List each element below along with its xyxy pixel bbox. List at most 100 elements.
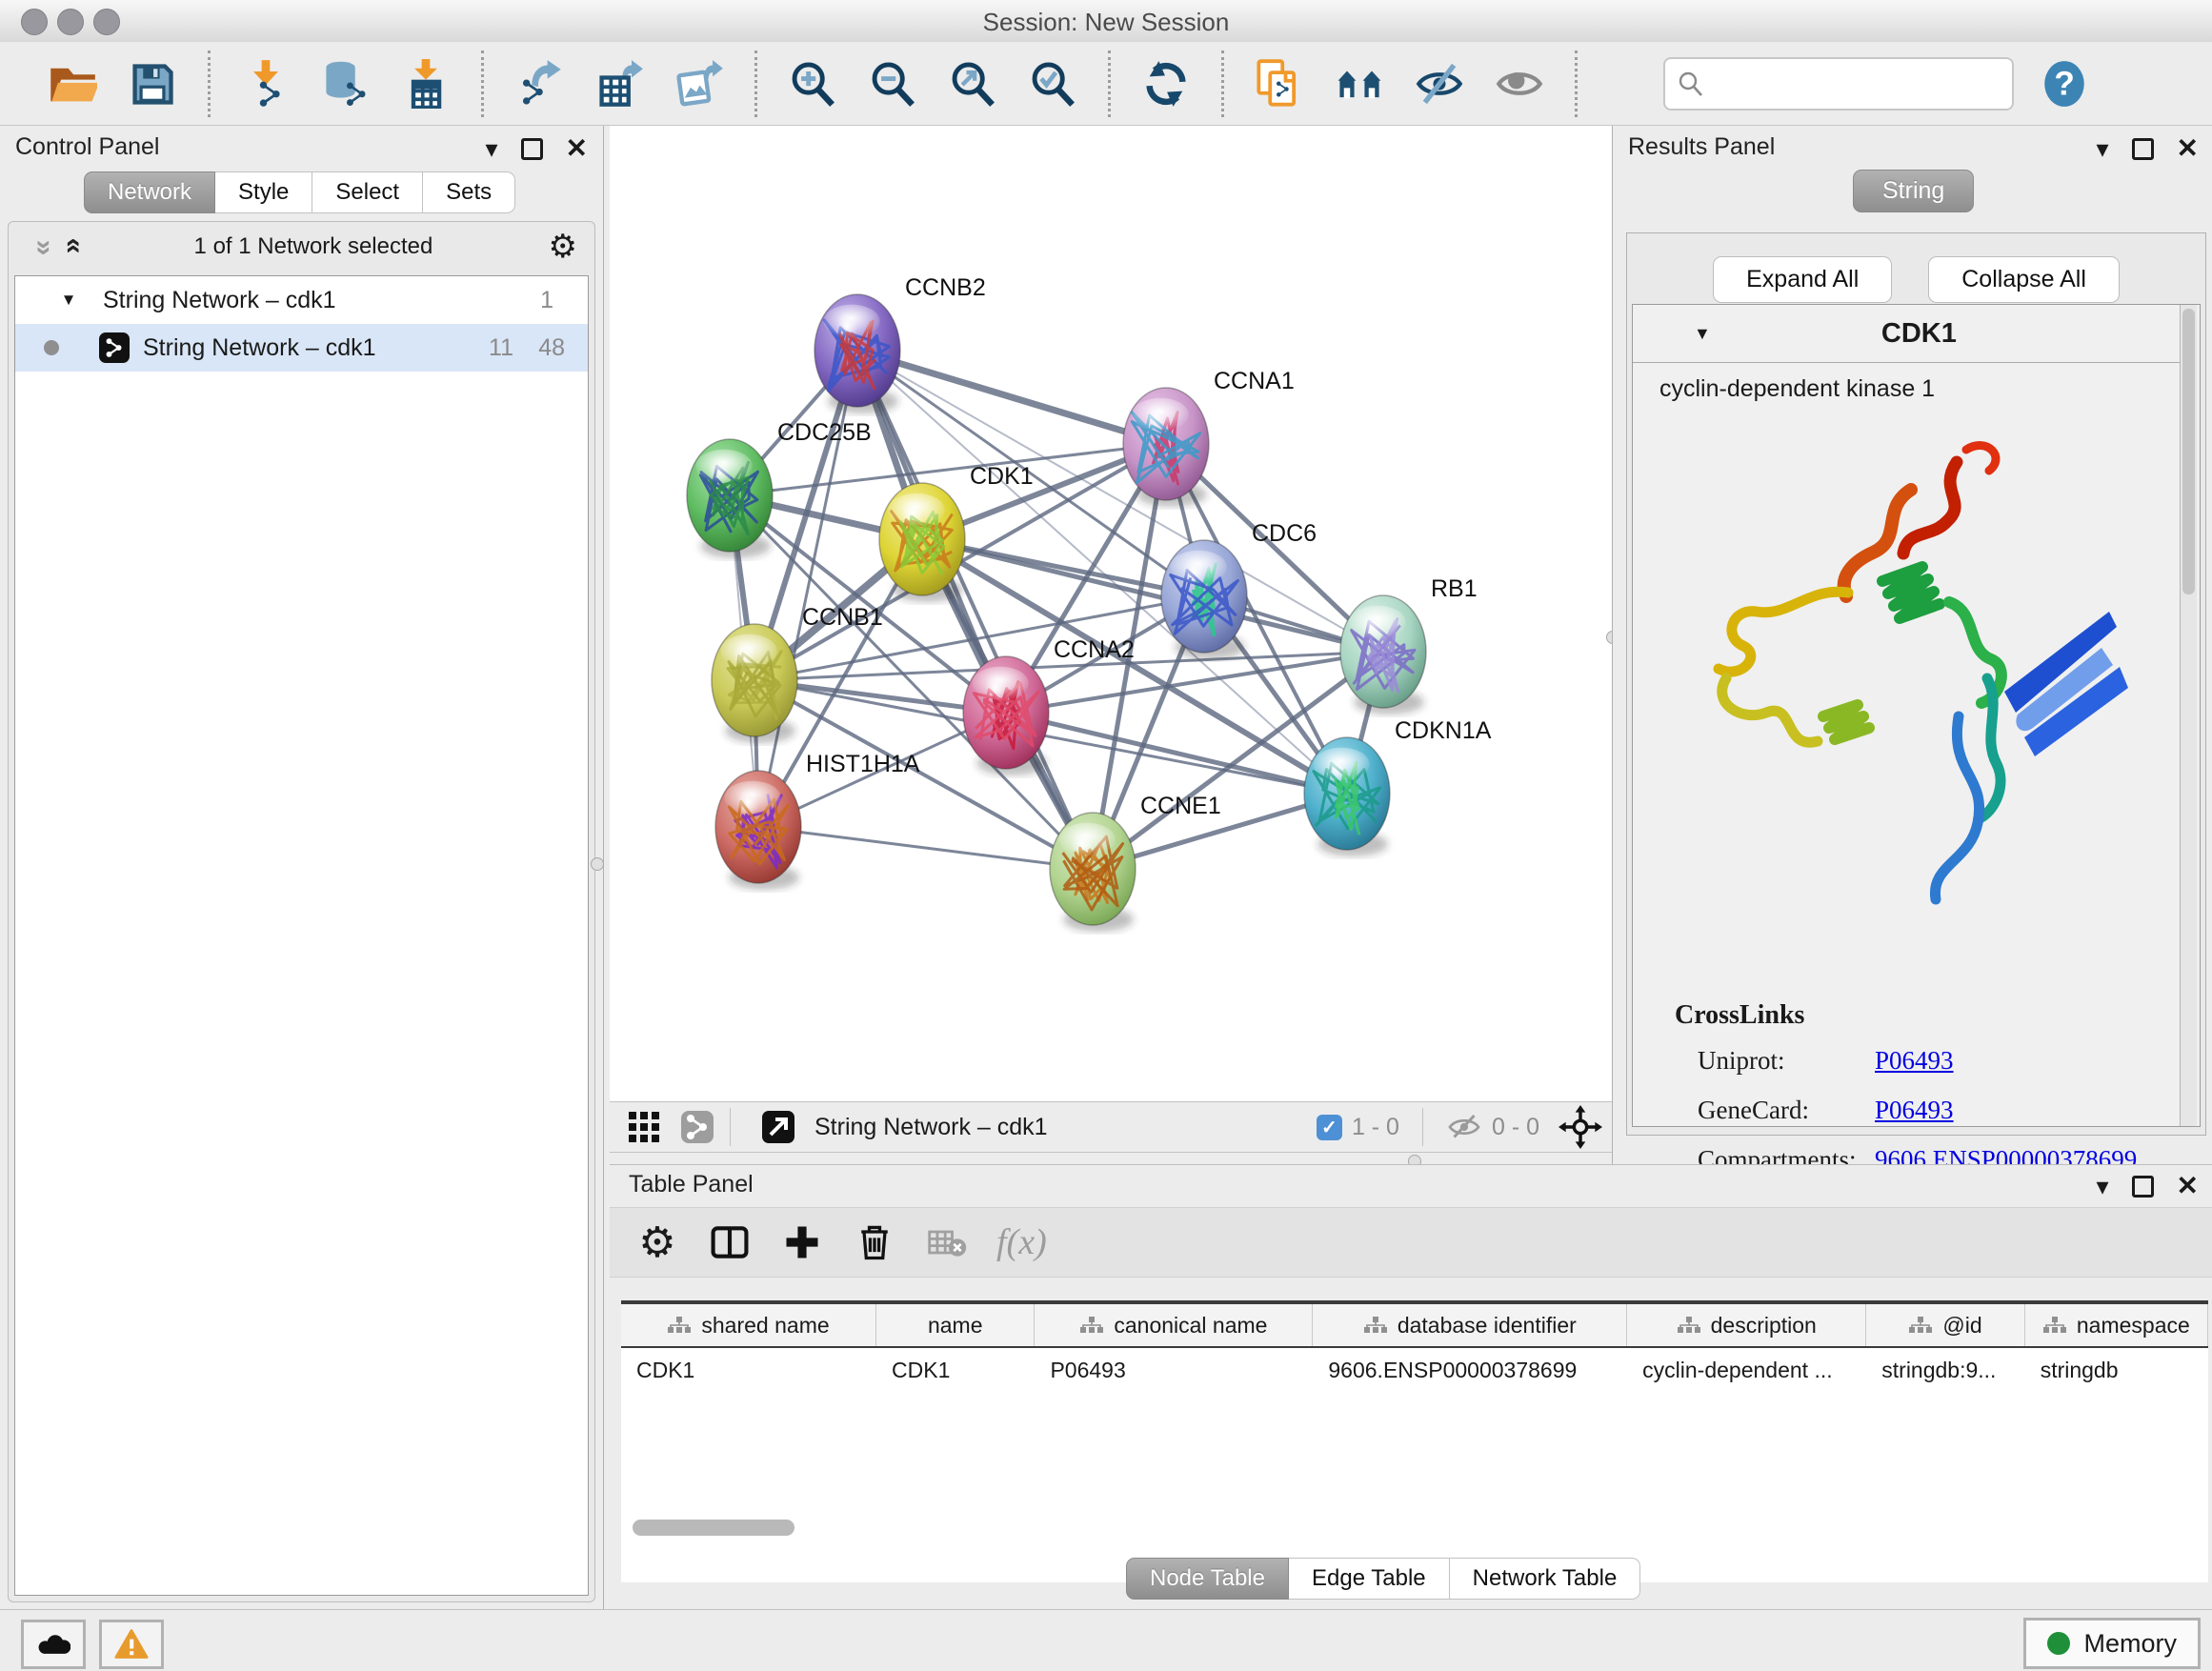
graph-node-HIST1H1A[interactable]: HIST1H1A xyxy=(715,751,920,890)
refresh-icon[interactable] xyxy=(1139,57,1193,111)
column-header-database-identifier[interactable]: database identifier xyxy=(1313,1304,1627,1346)
export-table-icon[interactable] xyxy=(593,57,646,111)
save-session-icon[interactable] xyxy=(126,57,179,111)
graph-node-CDC6[interactable]: CDC6 xyxy=(1161,520,1317,659)
graph-node-CCNB1[interactable]: CCNB1 xyxy=(712,604,883,743)
control-panel-title: Control Panel xyxy=(15,133,159,161)
protein-header[interactable]: ▼ CDK1 xyxy=(1633,305,2184,363)
column-header-shared-name[interactable]: shared name xyxy=(621,1304,876,1346)
tab-select[interactable]: Select xyxy=(312,171,423,213)
close-panel-icon[interactable]: ✕ xyxy=(2177,135,2199,162)
delete-column-icon[interactable] xyxy=(850,1218,899,1267)
collapse-all-button[interactable]: Collapse All xyxy=(1928,256,2120,303)
tab-style[interactable]: Style xyxy=(215,171,312,213)
table-header-row: shared namenamecanonical namedatabase id… xyxy=(621,1300,2208,1348)
export-image-icon[interactable] xyxy=(673,57,726,111)
expand-all-networks-icon[interactable]: » xyxy=(55,240,88,254)
protein-expander-icon[interactable]: ▼ xyxy=(1694,324,1711,344)
copy-network-icon[interactable] xyxy=(1253,57,1306,111)
column-header--id[interactable]: @id xyxy=(1866,1304,2024,1346)
expand-all-button[interactable]: Expand All xyxy=(1713,256,1892,303)
tab-network-table[interactable]: Network Table xyxy=(1450,1558,1641,1600)
network-share-icon[interactable] xyxy=(678,1108,716,1146)
maximize-panel-icon[interactable] xyxy=(2132,138,2154,160)
table-cell[interactable]: stringdb xyxy=(2025,1348,2208,1392)
crosslink-link[interactable]: P06493 xyxy=(1875,1046,1954,1076)
float-panel-icon[interactable]: ▾ xyxy=(2096,136,2108,161)
selected-checkbox-icon[interactable]: ✓ xyxy=(1317,1115,1342,1140)
grid-view-icon[interactable] xyxy=(625,1108,663,1146)
results-scrollbar[interactable] xyxy=(2180,305,2197,1126)
toolbar-separator xyxy=(1221,50,1224,117)
add-column-icon[interactable] xyxy=(777,1218,827,1267)
close-panel-icon[interactable]: ✕ xyxy=(566,135,588,162)
maximize-panel-icon[interactable] xyxy=(521,138,543,160)
crosslink-link[interactable]: P06493 xyxy=(1875,1096,1954,1125)
toolbar-groups xyxy=(32,50,1559,117)
network-options-gear-icon[interactable]: ⚙ xyxy=(549,228,577,266)
graph-node-CDKN1A[interactable]: CDKN1A xyxy=(1304,717,1492,856)
table-cell[interactable]: P06493 xyxy=(1035,1348,1313,1392)
maximize-panel-icon[interactable] xyxy=(2132,1176,2154,1198)
import-table-icon[interactable] xyxy=(399,57,452,111)
tab-edge-table[interactable]: Edge Table xyxy=(1289,1558,1450,1600)
collection-expander-icon[interactable]: ▼ xyxy=(57,291,80,310)
network-collection-row[interactable]: ▼ String Network – cdk1 1 xyxy=(15,276,588,324)
warnings-button[interactable] xyxy=(99,1620,164,1669)
table-cell[interactable]: 9606.ENSP00000378699 xyxy=(1313,1348,1627,1392)
table-hscrollbar[interactable] xyxy=(633,1520,794,1536)
graph-node-RB1[interactable]: RB1 xyxy=(1340,575,1478,715)
graph-node-CCNA2[interactable]: CCNA2 xyxy=(963,636,1135,775)
float-panel-icon[interactable]: ▾ xyxy=(2096,1174,2108,1198)
tab-network[interactable]: Network xyxy=(84,171,215,213)
graph-node-CCNE1[interactable]: CCNE1 xyxy=(1050,793,1221,932)
table-cell[interactable]: CDK1 xyxy=(621,1348,876,1392)
table-cell[interactable]: stringdb:9... xyxy=(1866,1348,2024,1392)
search-input[interactable] xyxy=(1713,70,2012,98)
delete-table-icon[interactable] xyxy=(922,1218,972,1267)
tab-node-table[interactable]: Node Table xyxy=(1126,1558,1289,1600)
fit-content-crosshair-icon[interactable] xyxy=(1558,1105,1602,1149)
results-scrollbar-thumb[interactable] xyxy=(2182,309,2195,594)
memory-label: Memory xyxy=(2083,1629,2177,1659)
warning-icon xyxy=(114,1628,149,1661)
current-network-title: String Network – cdk1 xyxy=(814,1114,1317,1141)
network-canvas[interactable]: CCNB2CCNA1CDC25BCDK1CDC6RB1CCNB1CCNA2CDK… xyxy=(610,126,1612,1101)
zoom-fit-icon[interactable] xyxy=(946,57,999,111)
export-network-icon[interactable] xyxy=(513,57,566,111)
tab-sets[interactable]: Sets xyxy=(423,171,515,213)
network-row[interactable]: String Network – cdk1 11 48 xyxy=(15,324,588,372)
table-panel-window-buttons: ▾ ✕ xyxy=(2096,1173,2199,1199)
show-columns-icon[interactable] xyxy=(705,1218,754,1267)
zoom-out-icon[interactable] xyxy=(866,57,919,111)
splitter-handle[interactable] xyxy=(591,857,604,871)
table-cell[interactable]: cyclin-dependent ... xyxy=(1627,1348,1866,1392)
table-row[interactable]: CDK1CDK1P064939606.ENSP00000378699cyclin… xyxy=(621,1348,2208,1392)
table-cell[interactable]: CDK1 xyxy=(876,1348,1035,1392)
open-session-icon[interactable] xyxy=(46,57,99,111)
column-header-description[interactable]: description xyxy=(1627,1304,1866,1346)
column-header-namespace[interactable]: namespace xyxy=(2025,1304,2208,1346)
zoom-in-icon[interactable] xyxy=(786,57,839,111)
column-header-canonical-name[interactable]: canonical name xyxy=(1035,1304,1313,1346)
import-network-icon[interactable] xyxy=(239,57,292,111)
cloud-button[interactable] xyxy=(21,1620,86,1669)
column-header-name[interactable]: name xyxy=(876,1304,1035,1346)
float-panel-icon[interactable]: ▾ xyxy=(485,136,497,161)
table-settings-gear-icon[interactable]: ⚙ xyxy=(633,1218,682,1267)
show-all-icon[interactable] xyxy=(1493,57,1546,111)
graph-node-CCNB2[interactable]: CCNB2 xyxy=(814,274,986,413)
function-builder-icon[interactable]: f(x) xyxy=(996,1221,1047,1263)
hide-selected-icon[interactable] xyxy=(1413,57,1466,111)
memory-button[interactable]: Memory xyxy=(2023,1618,2201,1669)
tab-string[interactable]: String xyxy=(1853,170,1974,212)
network-graph[interactable]: CCNB2CCNA1CDC25BCDK1CDC6RB1CCNB1CCNA2CDK… xyxy=(610,126,1612,1101)
goto-network-icon[interactable] xyxy=(759,1108,797,1146)
zoom-selected-icon[interactable] xyxy=(1026,57,1079,111)
import-database-icon[interactable] xyxy=(319,57,372,111)
first-neighbors-icon[interactable] xyxy=(1333,57,1386,111)
search-box[interactable] xyxy=(1663,57,2014,111)
close-panel-icon[interactable]: ✕ xyxy=(2177,1173,2199,1199)
help-icon[interactable]: ? xyxy=(2041,58,2088,110)
search-icon xyxy=(1677,70,1705,98)
